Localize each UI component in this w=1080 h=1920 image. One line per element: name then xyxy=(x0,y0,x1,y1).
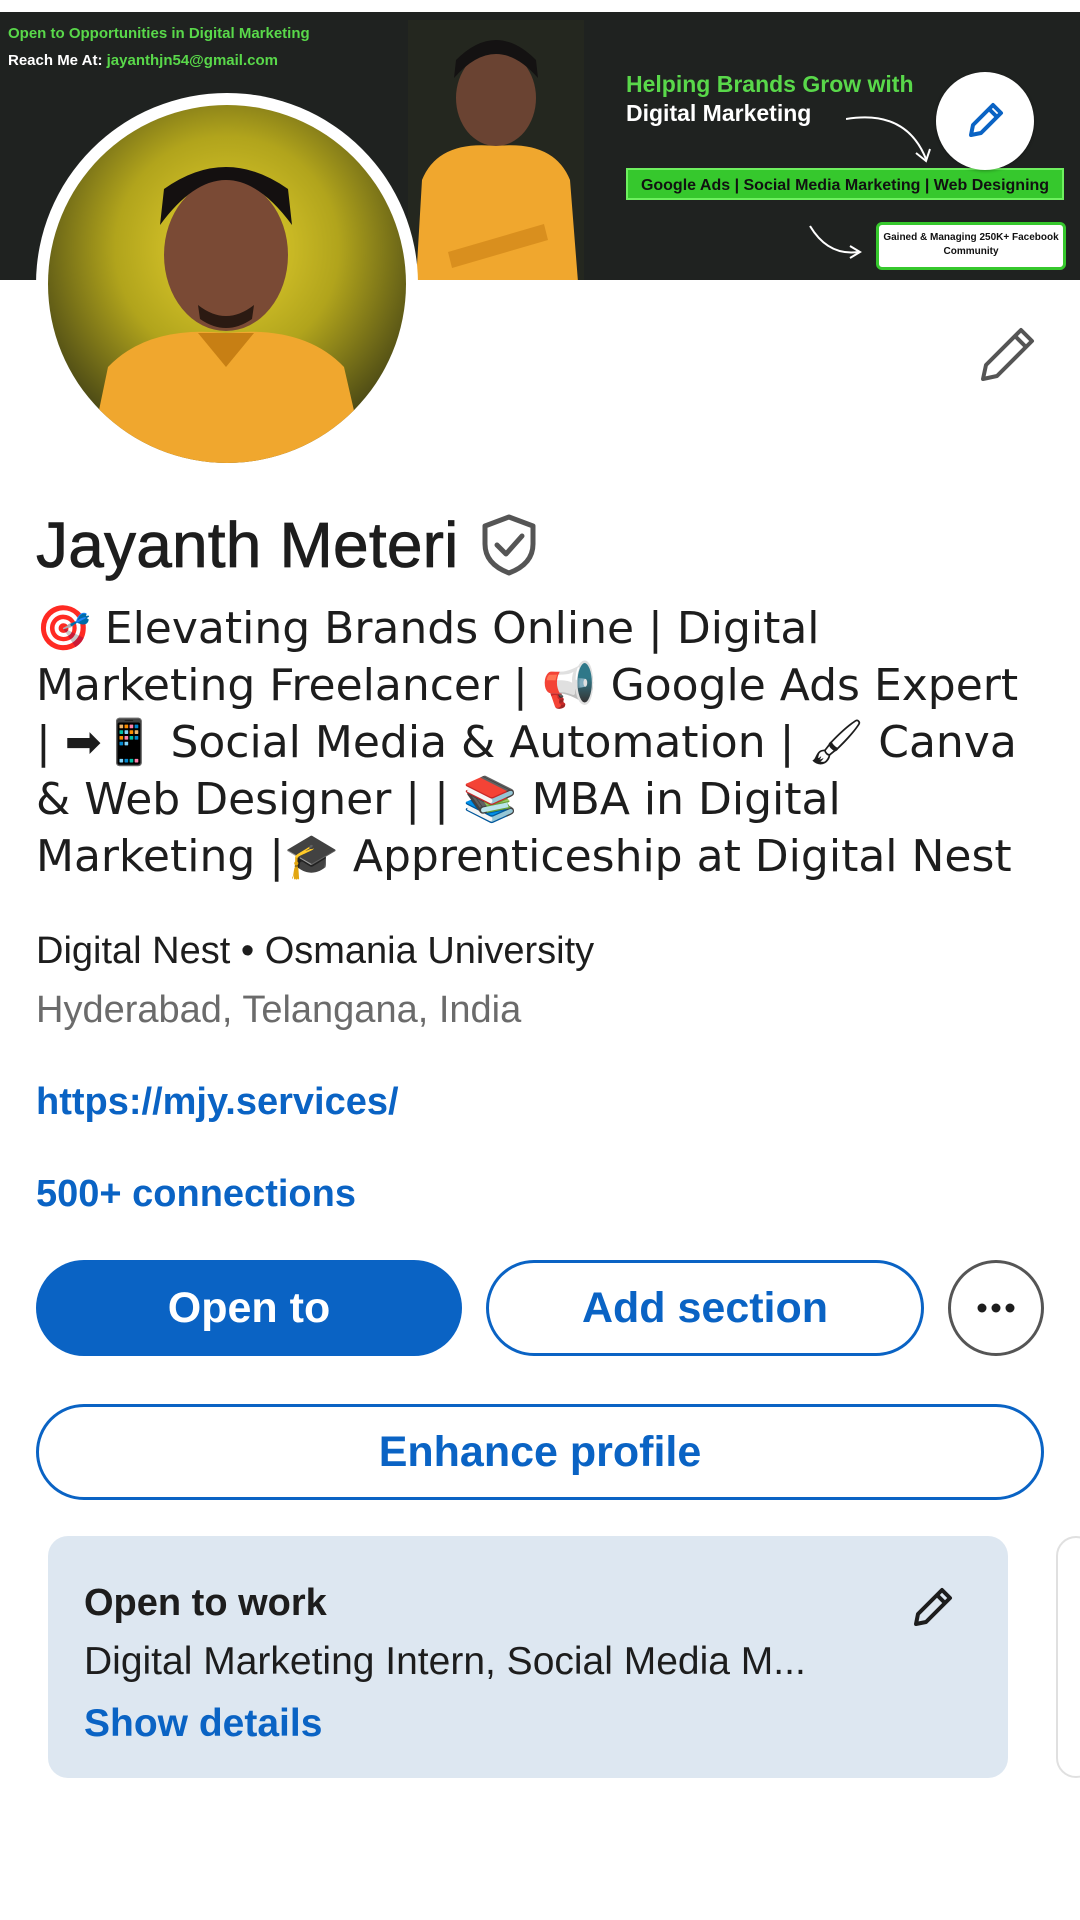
banner-person-image xyxy=(408,20,584,280)
arrow-icon xyxy=(809,225,862,259)
open-to-work-description: Digital Marketing Intern, Social Media M… xyxy=(84,1640,806,1683)
banner-opportunities-text: Open to Opportunities in Digital Marketi… xyxy=(8,25,310,42)
profile-headline: 🎯 Elevating Brands Online | Digital Mark… xyxy=(36,603,1019,882)
banner-headline-green: Helping Brands Grow with xyxy=(626,71,914,97)
enhance-profile-button[interactable]: Enhance profile xyxy=(36,1404,1044,1500)
profile-website-link[interactable]: https://mjy.services/ xyxy=(36,1081,399,1124)
profile-company[interactable]: Digital Nest • Osmania University xyxy=(36,930,594,973)
edit-banner-button[interactable] xyxy=(936,72,1034,170)
name-row: Jayanth Meteri xyxy=(36,508,537,582)
curved-arrow-icon xyxy=(846,116,931,163)
open-to-button[interactable]: Open to xyxy=(36,1260,462,1356)
pencil-icon xyxy=(969,103,1003,137)
verified-shield-icon[interactable] xyxy=(481,514,537,576)
next-card-peek[interactable] xyxy=(1056,1536,1080,1778)
more-actions-button[interactable] xyxy=(948,1260,1044,1356)
edit-open-to-work-button[interactable] xyxy=(910,1582,958,1630)
avatar-person-image xyxy=(88,167,366,463)
add-section-button[interactable]: Add section xyxy=(486,1260,924,1356)
profile-name: Jayanth Meteri xyxy=(36,509,459,582)
open-to-work-title: Open to work xyxy=(84,1582,327,1624)
profile-location: Hyderabad, Telangana, India xyxy=(36,989,522,1031)
pencil-icon xyxy=(914,1588,952,1626)
pencil-icon xyxy=(981,328,1034,381)
open-to-work-card[interactable]: Open to work Digital Marketing Intern, S… xyxy=(48,1536,1008,1778)
show-details-link[interactable]: Show details xyxy=(84,1702,322,1746)
more-horizontal-icon xyxy=(977,1303,1015,1313)
profile-photo[interactable] xyxy=(36,93,418,475)
connections-link[interactable]: 500+ connections xyxy=(36,1173,356,1216)
banner-services-strip: Google Ads | Social Media Marketing | We… xyxy=(626,168,1064,200)
banner-contact-lines: Open to Opportunities in Digital Marketi… xyxy=(8,20,310,74)
banner-email: jayanthjn54@gmail.com xyxy=(106,52,278,69)
banner-reach-label: Reach Me At: xyxy=(8,52,103,69)
avatar xyxy=(48,105,406,463)
banner-community-badge: Gained & Managing 250K+ Facebook Communi… xyxy=(876,222,1066,270)
edit-intro-button[interactable] xyxy=(974,320,1042,388)
